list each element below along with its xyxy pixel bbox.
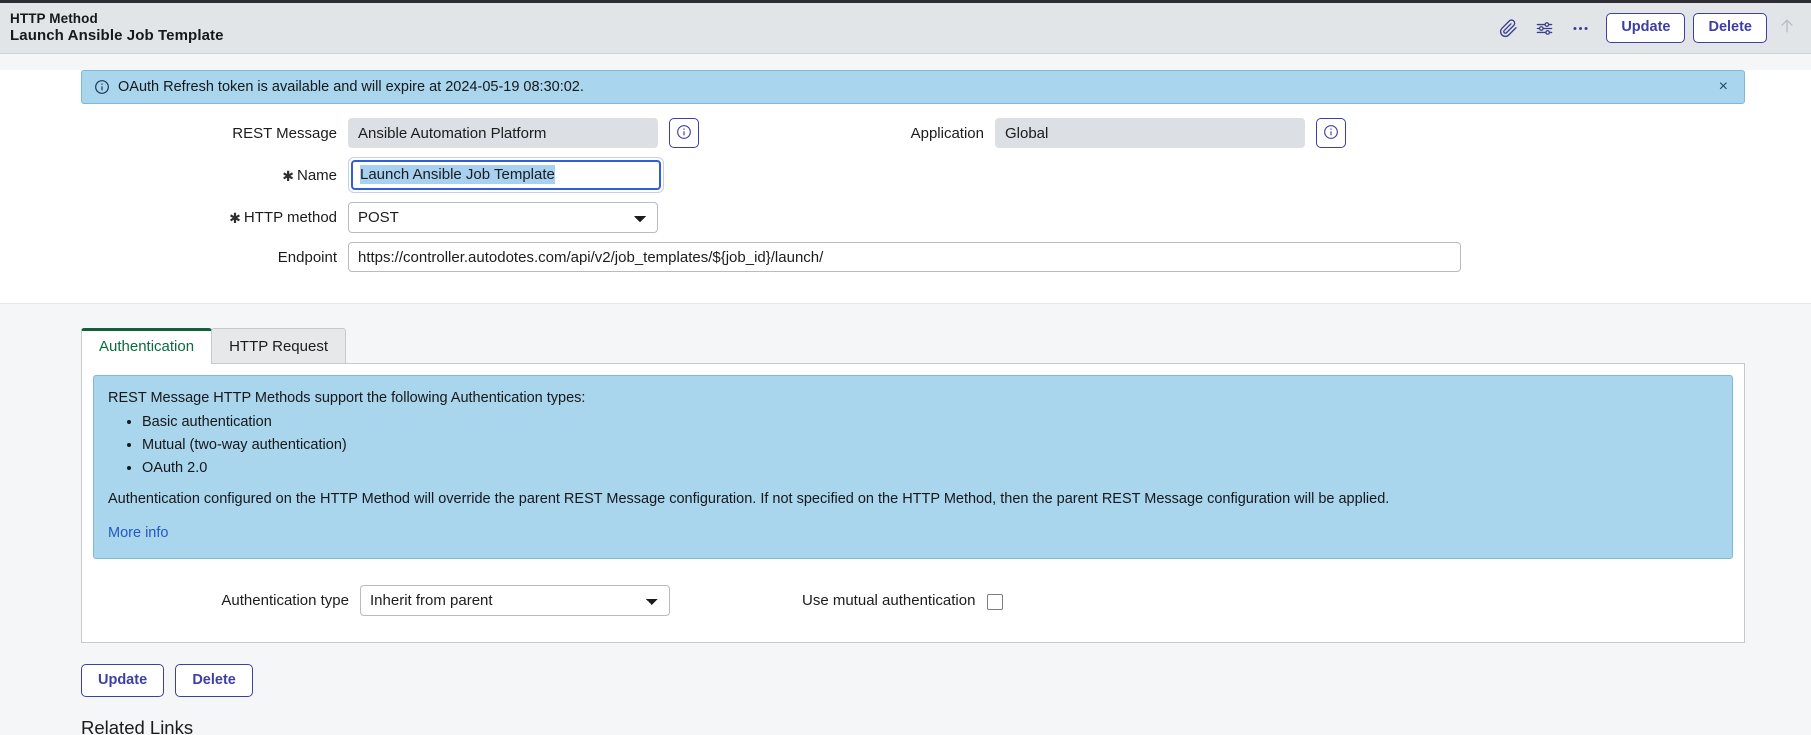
- header-update-button[interactable]: Update: [1606, 12, 1686, 44]
- application-input[interactable]: [995, 118, 1305, 148]
- header-actions: Update Delete: [1490, 10, 1797, 46]
- auth-type-label: Authentication type: [221, 592, 349, 610]
- mutual-auth-checkbox[interactable]: [987, 593, 1004, 610]
- http-method-select[interactable]: POST: [348, 202, 658, 233]
- footer-delete-button[interactable]: Delete: [175, 664, 253, 698]
- footer-section: Update Delete Related Links Auto-generat…: [81, 664, 1811, 735]
- form-row-endpoint: Endpoint: [0, 242, 1811, 272]
- auth-types-list: Basic authentication Mutual (two-way aut…: [108, 412, 1718, 479]
- more-options-button[interactable]: [1562, 10, 1598, 46]
- name-label-text: Name: [296, 166, 337, 184]
- paperclip-icon: [1499, 18, 1518, 38]
- http-method-group: ✱ HTTP method POST: [0, 202, 790, 233]
- form-row-http-method: ✱ HTTP method POST: [0, 202, 1811, 233]
- auth-note-paragraph: Authentication configured on the HTTP Me…: [108, 491, 1390, 508]
- rest-message-label: REST Message: [232, 124, 337, 142]
- sliders-icon: [1535, 19, 1554, 38]
- ellipsis-icon: [1571, 19, 1590, 38]
- authentication-panel: REST Message HTTP Methods support the fo…: [81, 363, 1745, 644]
- auth-info-note: REST Message HTTP Methods support the fo…: [93, 375, 1733, 560]
- form-section: OAuth Refresh token is available and wil…: [0, 70, 1811, 304]
- page-kicker: HTTP Method: [10, 11, 98, 27]
- authentication-settings-row: Authentication type Inherit from parent …: [93, 585, 1733, 617]
- mutual-auth-label: Use mutual authentication: [802, 592, 976, 610]
- header-delete-button[interactable]: Delete: [1693, 12, 1767, 44]
- endpoint-label: Endpoint: [277, 248, 337, 266]
- info-icon: [676, 124, 692, 143]
- arrow-up-icon: [1777, 19, 1797, 40]
- oauth-token-banner: OAuth Refresh token is available and wil…: [81, 70, 1745, 104]
- info-icon: [1323, 124, 1339, 143]
- name-input-wrapper: Launch Ansible Job Template: [348, 157, 664, 193]
- list-item: OAuth 2.0: [142, 458, 1718, 479]
- personalize-form-button[interactable]: [1526, 10, 1562, 46]
- form-row-rest-message: REST Message Application: [0, 118, 1811, 148]
- name-input-value: Launch Ansible Job Template: [360, 165, 555, 184]
- list-item: Basic authentication: [142, 412, 1718, 433]
- banner-close-button[interactable]: ×: [1713, 75, 1734, 99]
- http-method-label: ✱ HTTP method: [0, 209, 348, 226]
- endpoint-input[interactable]: [348, 242, 1461, 272]
- record-header: HTTP Method Launch Ansible Job Template: [0, 3, 1811, 54]
- footer-update-button[interactable]: Update: [81, 664, 165, 698]
- application-group: Application: [790, 118, 1346, 148]
- form-fields: REST Message Application: [0, 118, 1811, 272]
- endpoint-group: Endpoint: [0, 242, 1461, 272]
- auth-note-intro: REST Message HTTP Methods support the fo…: [108, 390, 586, 406]
- auth-type-select[interactable]: Inherit from parent: [360, 585, 670, 617]
- more-info-link[interactable]: More info: [108, 523, 168, 544]
- name-label: ✱ Name: [0, 167, 348, 184]
- list-item: Mutual (two-way authentication): [142, 435, 1718, 456]
- auth-type-group: Authentication type Inherit from parent: [93, 585, 802, 617]
- banner-message: OAuth Refresh token is available and wil…: [118, 79, 584, 95]
- rest-message-group: REST Message: [0, 118, 790, 148]
- mutual-auth-group: Use mutual authentication: [802, 592, 1004, 610]
- application-info-button[interactable]: [1316, 118, 1346, 148]
- name-input[interactable]: Launch Ansible Job Template: [351, 160, 661, 190]
- name-group: ✱ Name Launch Ansible Job Template: [0, 157, 790, 193]
- header-title-group: HTTP Method Launch Ansible Job Template: [10, 11, 1490, 45]
- form-row-name: ✱ Name Launch Ansible Job Template: [0, 157, 1811, 193]
- tab-authentication[interactable]: Authentication: [81, 328, 213, 364]
- required-asterisk-icon: ✱: [229, 210, 241, 226]
- rest-message-info-button[interactable]: [669, 118, 699, 148]
- info-circle-icon: [94, 79, 110, 95]
- required-asterisk-icon: ✱: [282, 167, 294, 184]
- http-method-label-text: HTTP method: [243, 209, 337, 226]
- back-to-top-button[interactable]: [1777, 16, 1797, 40]
- rest-message-input[interactable]: [348, 118, 658, 148]
- tab-bar: Authentication HTTP Request: [81, 328, 1811, 364]
- attachment-button[interactable]: [1490, 10, 1526, 46]
- tab-http-request[interactable]: HTTP Request: [211, 328, 347, 364]
- application-label: Application: [910, 124, 984, 142]
- related-links-title: Related Links: [81, 717, 194, 735]
- page-title: Launch Ansible Job Template: [10, 27, 224, 45]
- tab-section: Authentication HTTP Request REST Message…: [0, 304, 1811, 644]
